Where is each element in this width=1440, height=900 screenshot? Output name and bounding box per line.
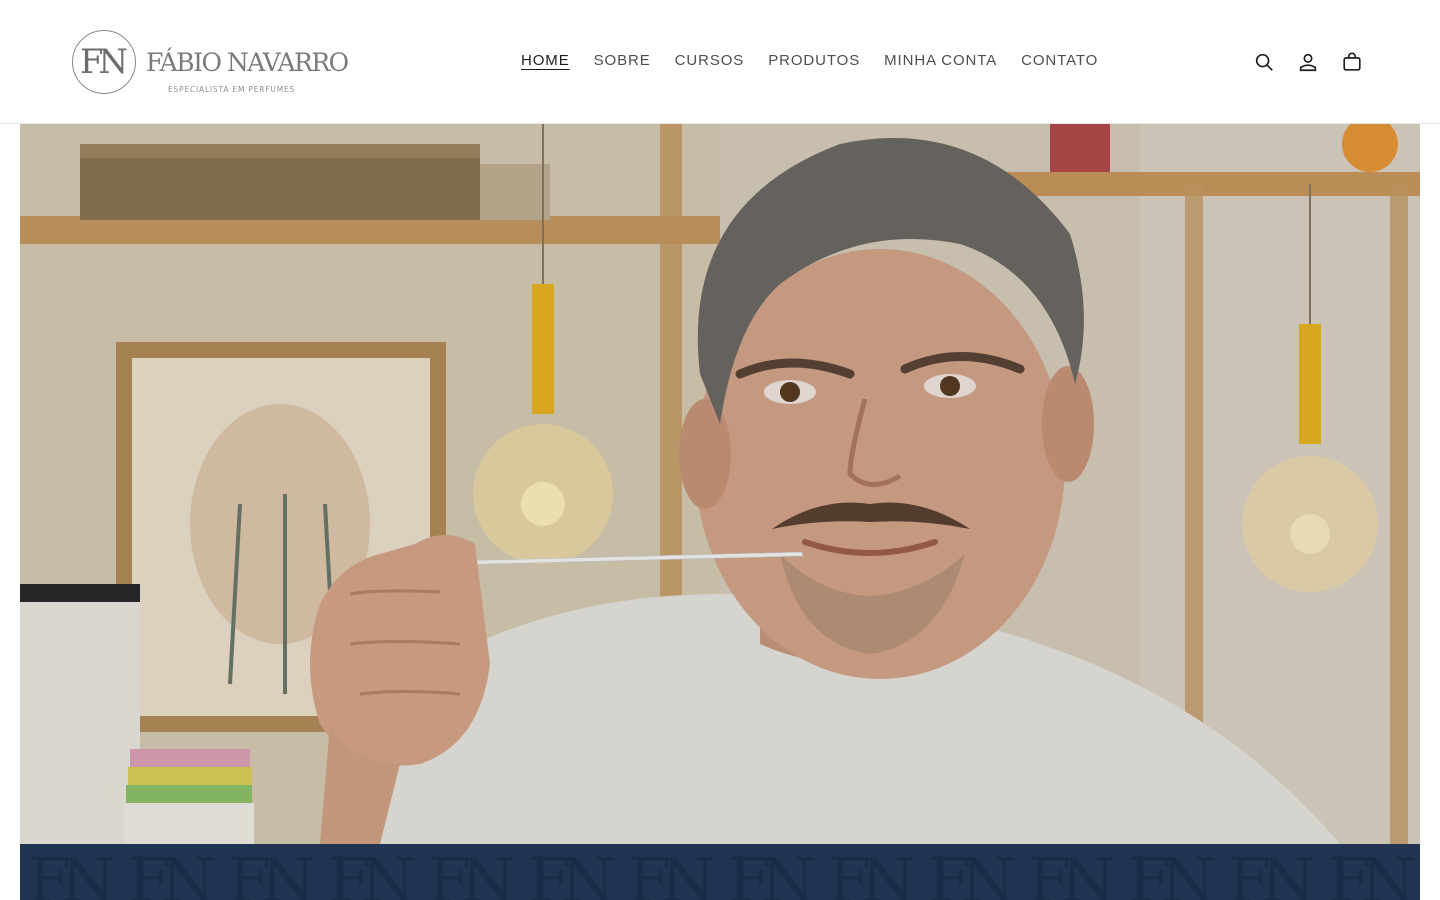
header-icons — [1242, 40, 1374, 84]
pattern-mark: FN — [1028, 844, 1115, 900]
nav-contato[interactable]: CONTATO — [1009, 48, 1110, 74]
pattern-mark: FN — [1228, 844, 1315, 900]
nav-cursos[interactable]: CURSOS — [663, 48, 757, 74]
pattern-mark: FN — [428, 844, 515, 900]
pattern-mark: FN — [28, 844, 115, 900]
hero-overlay — [20, 124, 1420, 844]
pattern-mark: FN — [828, 844, 915, 900]
nav-minha-conta[interactable]: MINHA CONTA — [872, 48, 1009, 74]
pattern-mark: FN — [1328, 844, 1415, 900]
account-button[interactable] — [1286, 40, 1330, 84]
hero-banner — [20, 124, 1420, 844]
logo-tagline: ESPECIALISTA EM PERFUMES — [168, 85, 296, 94]
main-nav: HOME SOBRE CURSOS PRODUTOS MINHA CONTA C… — [509, 48, 1110, 74]
nav-sobre[interactable]: SOBRE — [582, 48, 663, 74]
logo-name: FÁBIO NAVARRO — [146, 48, 349, 77]
search-button[interactable] — [1242, 40, 1286, 84]
logo-monogram: FN — [79, 42, 128, 82]
search-icon — [1255, 53, 1273, 71]
monogram-pattern-band: FN FN FN FN FN FN FN FN FN FN FN FN FN F… — [20, 844, 1420, 900]
cart-icon — [1343, 52, 1361, 71]
account-icon — [1299, 53, 1317, 72]
site-header: FN FÁBIO NAVARRO ESPECIALISTA EM PERFUME… — [0, 0, 1440, 124]
pattern-mark: FN — [928, 844, 1015, 900]
pattern-mark: FN — [728, 844, 815, 900]
pattern-mark: FN — [628, 844, 715, 900]
cart-button[interactable] — [1330, 40, 1374, 84]
nav-produtos[interactable]: PRODUTOS — [756, 48, 872, 74]
pattern-mark: FN — [528, 844, 615, 900]
pattern-mark: FN — [228, 844, 315, 900]
pattern-row: FN FN FN FN FN FN FN FN FN FN FN FN FN F… — [20, 844, 1420, 900]
pattern-mark: FN — [328, 844, 415, 900]
pattern-mark: FN — [128, 844, 215, 900]
logo[interactable]: FN FÁBIO NAVARRO ESPECIALISTA EM PERFUME… — [70, 28, 349, 98]
nav-home[interactable]: HOME — [509, 48, 582, 74]
pattern-mark: FN — [1128, 844, 1215, 900]
